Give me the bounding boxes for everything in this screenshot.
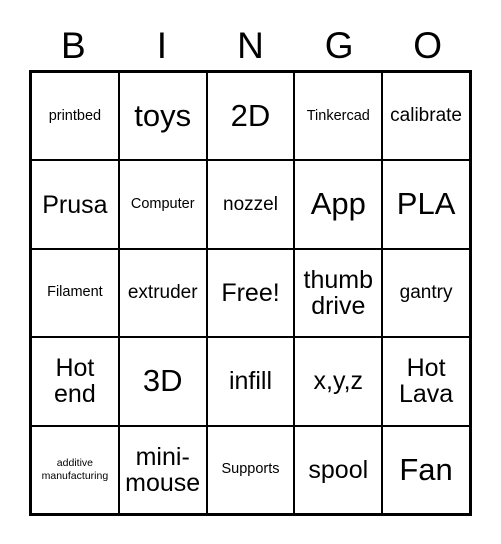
bingo-cell-i1[interactable]: toys xyxy=(117,73,206,160)
bingo-cell-label: x,y,z xyxy=(313,367,364,396)
bingo-cell-label: nozzel xyxy=(223,193,278,215)
bingo-cell-g3[interactable]: thumb drive xyxy=(293,249,381,337)
header-letter-o: O xyxy=(413,24,443,66)
bingo-cell-o1[interactable]: calibrate xyxy=(381,73,469,160)
bingo-cell-n4[interactable]: infill xyxy=(205,338,294,425)
bingo-cell-b2[interactable]: Prusa xyxy=(32,161,118,247)
bingo-cell-label: gantry xyxy=(399,282,453,304)
bingo-cell-o5[interactable]: Fan xyxy=(381,426,469,514)
bingo-card: B I N G O printbed toys 2D Tinkercad cal… xyxy=(0,0,501,544)
bingo-cell-label: 2D xyxy=(230,98,271,134)
bingo-cell-label: Tinkercad xyxy=(306,107,370,124)
bingo-cell-o3[interactable]: gantry xyxy=(381,249,469,337)
bingo-cell-label: infill xyxy=(228,367,273,396)
bingo-row: Prusa Computer nozzel App PLA xyxy=(32,159,469,248)
header-letter-b: B xyxy=(60,24,86,66)
bingo-cell-o4[interactable]: Hot Lava xyxy=(381,338,469,425)
bingo-row: Filament extruder Free! thumb drive gant… xyxy=(32,247,469,337)
bingo-row: printbed toys 2D Tinkercad calibrate xyxy=(32,73,469,160)
bingo-cell-label: toys xyxy=(134,98,192,134)
bingo-cell-i2[interactable]: Computer xyxy=(117,161,206,248)
bingo-cell-b1[interactable]: printbed xyxy=(32,73,118,159)
bingo-cell-n1[interactable]: 2D xyxy=(205,73,294,160)
bingo-cell-label: PLA xyxy=(396,186,456,222)
bingo-cell-label: Supports xyxy=(221,461,280,478)
bingo-cell-label: Hot Lava xyxy=(398,354,454,409)
bingo-cell-g5[interactable]: spool xyxy=(293,426,381,514)
bingo-cell-label: extruder xyxy=(127,282,198,304)
bingo-cell-i4[interactable]: 3D xyxy=(117,338,206,425)
bingo-cell-label: Fan xyxy=(399,451,453,487)
bingo-cell-n5[interactable]: Supports xyxy=(205,426,294,514)
bingo-cell-label: spool xyxy=(308,455,369,484)
bingo-cell-g1[interactable]: Tinkercad xyxy=(293,73,381,160)
bingo-cell-label: 3D xyxy=(142,363,183,399)
bingo-cell-label: Filament xyxy=(47,284,103,301)
bingo-cell-label: calibrate xyxy=(390,105,462,127)
bingo-cell-free[interactable]: Free! xyxy=(205,249,294,337)
bingo-row: Hot end 3D infill x,y,z Hot Lava xyxy=(32,336,469,425)
bingo-cell-g2[interactable]: App xyxy=(293,161,381,248)
bingo-cell-b4[interactable]: Hot end xyxy=(32,338,118,424)
header-letter-n: N xyxy=(237,24,264,66)
bingo-cell-i3[interactable]: extruder xyxy=(117,249,206,337)
bingo-cell-i5[interactable]: mini- mouse xyxy=(117,426,206,514)
bingo-header: B I N G O xyxy=(29,22,472,68)
bingo-cell-o2[interactable]: PLA xyxy=(381,161,469,248)
bingo-cell-label: App xyxy=(310,186,366,222)
bingo-cell-label: Free! xyxy=(221,279,280,308)
bingo-cell-label: additive manufacturing xyxy=(41,457,109,482)
bingo-cell-b5[interactable]: additive manufacturing xyxy=(32,427,118,513)
bingo-cell-label: Computer xyxy=(130,196,195,213)
bingo-cell-label: Hot end xyxy=(54,354,96,409)
bingo-cell-label: thumb drive xyxy=(303,266,374,321)
header-letter-g: G xyxy=(324,24,354,66)
bingo-cell-label: mini- mouse xyxy=(125,442,201,497)
bingo-cell-label: Prusa xyxy=(42,190,108,219)
bingo-grid: printbed toys 2D Tinkercad calibrate Pru… xyxy=(29,70,472,516)
bingo-row: additive manufacturing mini- mouse Suppo… xyxy=(32,424,469,514)
bingo-cell-b3[interactable]: Filament xyxy=(32,250,118,336)
bingo-cell-g4[interactable]: x,y,z xyxy=(293,338,381,425)
bingo-cell-n2[interactable]: nozzel xyxy=(205,161,294,248)
header-letter-i: I xyxy=(156,24,168,66)
bingo-cell-label: printbed xyxy=(48,107,102,124)
